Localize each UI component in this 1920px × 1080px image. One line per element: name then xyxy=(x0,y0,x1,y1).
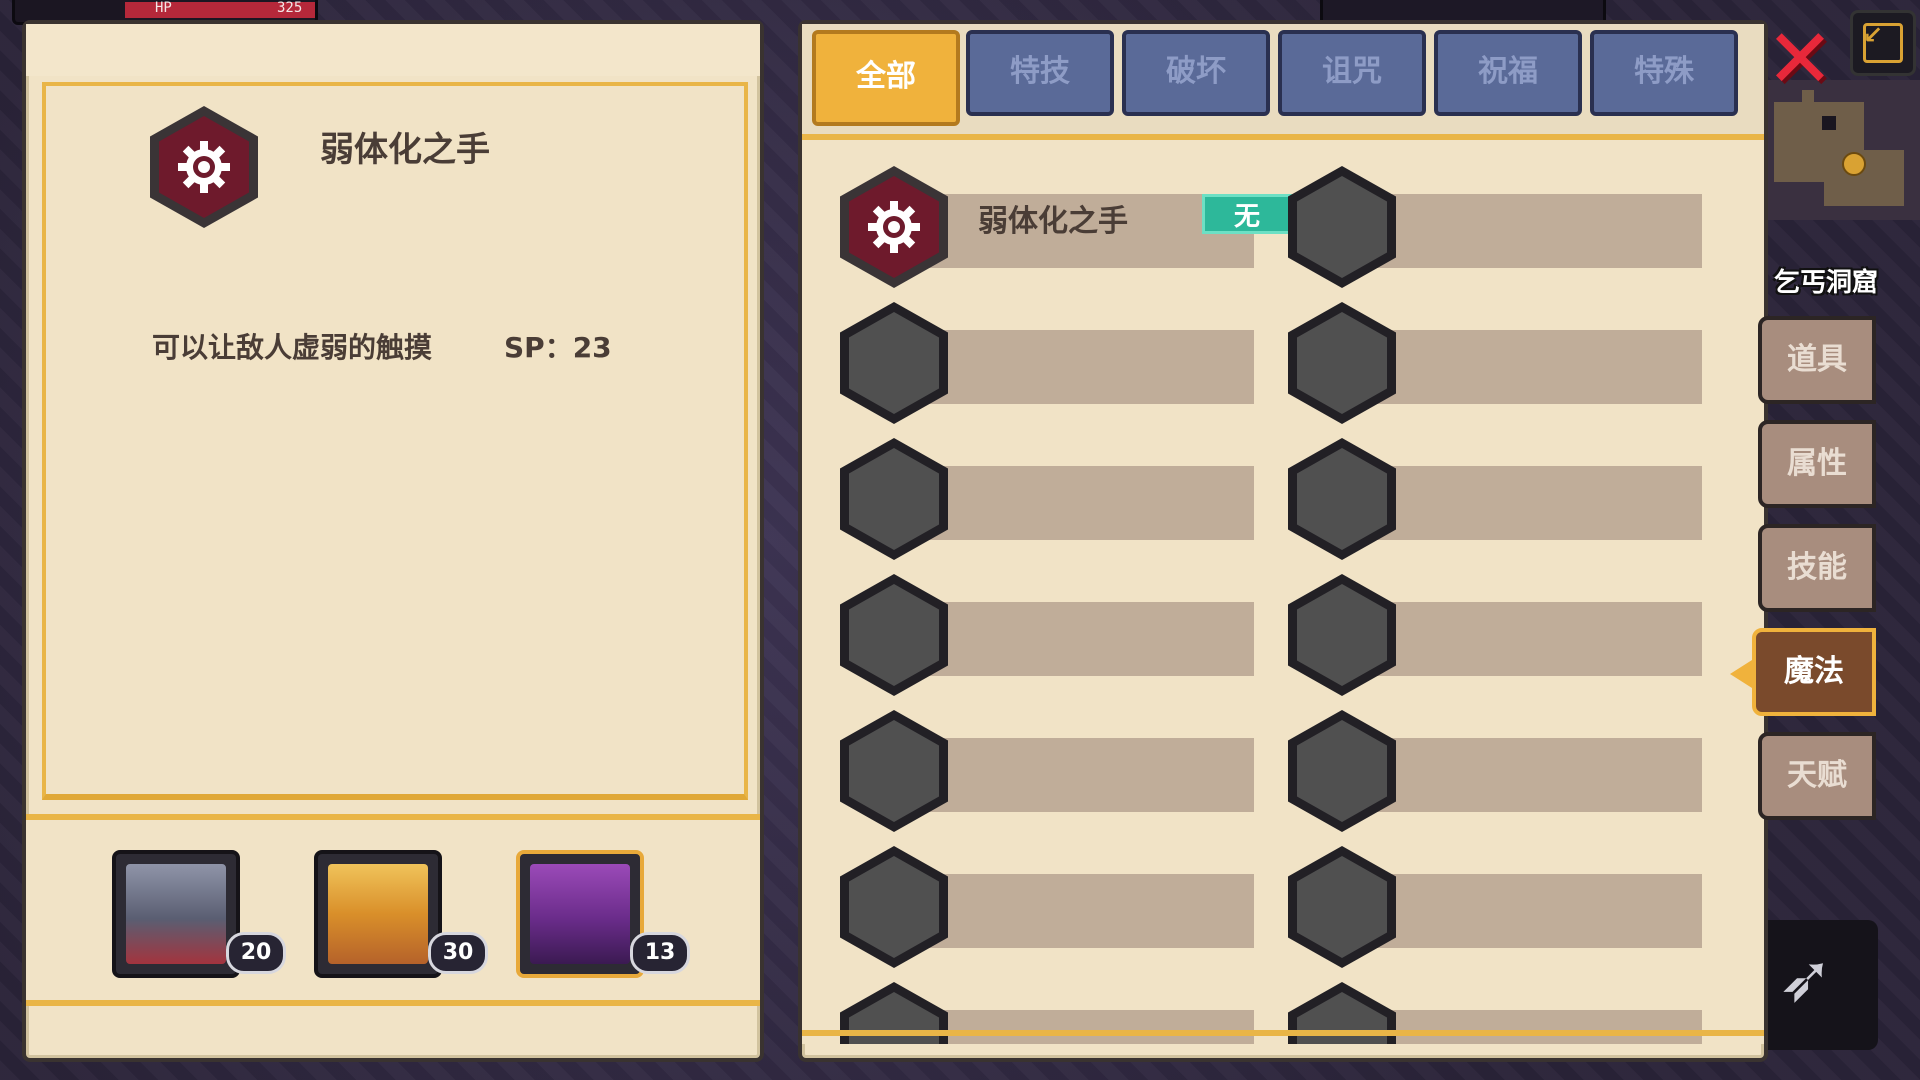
skill-slot-filled[interactable]: 弱体化之手 无 xyxy=(840,166,1292,290)
arrow-icon: ↙ xyxy=(1863,21,1884,49)
skill-slot-empty xyxy=(1288,574,1708,698)
filter-tabs: 全部 特技 破坏 诅咒 祝福 特殊 xyxy=(802,24,1764,134)
skill-title: 弱体化之手 xyxy=(320,130,490,170)
skill-description: 可以让敌人虚弱的触摸 xyxy=(152,331,433,364)
party-member-1-level: 20 xyxy=(226,932,286,974)
skill-slot-bar xyxy=(920,738,1254,812)
location-name: 乞丐洞窟 xyxy=(1774,268,1879,298)
hp-value: 325 xyxy=(277,0,303,16)
empty-hex-icon xyxy=(1288,166,1396,288)
close-button[interactable]: ✕ xyxy=(1764,19,1836,101)
party-members-bar: 20 30 13 xyxy=(26,814,760,1006)
skill-slot-bar xyxy=(1368,602,1702,676)
mage-portrait xyxy=(328,864,428,964)
bow-weapon-button[interactable]: ➶ xyxy=(1758,920,1878,1050)
tab-destroy[interactable]: 破坏 xyxy=(1122,30,1270,116)
skill-slot-bar xyxy=(920,874,1254,948)
skill-icon xyxy=(840,166,948,288)
tab-special-skill[interactable]: 特技 xyxy=(966,30,1114,116)
skill-sp-cost: SP：23 xyxy=(504,331,612,364)
skill-slot-bar xyxy=(1368,466,1702,540)
skill-slot-empty xyxy=(1288,166,1708,290)
tab-special[interactable]: 特殊 xyxy=(1590,30,1738,116)
close-icon: ✕ xyxy=(1765,12,1835,107)
party-member-3[interactable] xyxy=(516,850,644,978)
skill-name: 弱体化之手 xyxy=(978,204,1128,239)
player-position-marker xyxy=(1842,152,1866,176)
skill-slot-empty xyxy=(840,846,1260,970)
skills-list-panel: 全部 特技 破坏 诅咒 祝福 特殊 弱体化之手 无 xyxy=(798,20,1768,1062)
panel-bottom-border xyxy=(802,1030,1764,1036)
empty-hex-icon xyxy=(1288,710,1396,832)
skill-slot-bar xyxy=(1368,1010,1702,1044)
side-tab-attributes[interactable]: 属性 xyxy=(1758,420,1876,508)
empty-hex-icon xyxy=(840,710,948,832)
tab-curse[interactable]: 诅咒 xyxy=(1278,30,1426,116)
toggle-window-button[interactable]: ↙ xyxy=(1850,10,1916,76)
empty-hex-icon xyxy=(840,574,948,696)
tab-all[interactable]: 全部 xyxy=(812,30,960,126)
party-member-3-level: 13 xyxy=(630,932,690,974)
panel-header xyxy=(26,24,760,76)
demon-portrait xyxy=(530,864,630,964)
skill-element-badge: 无 xyxy=(1202,194,1292,234)
gear-icon xyxy=(178,141,230,193)
skill-slot-bar xyxy=(920,602,1254,676)
skill-slot-empty xyxy=(840,710,1260,834)
skill-slot-bar xyxy=(920,466,1254,540)
skill-slot-bar xyxy=(920,330,1254,404)
side-tab-items[interactable]: 道具 xyxy=(1758,316,1876,404)
side-tab-magic[interactable]: 魔法 xyxy=(1730,628,1876,716)
tab-blessing[interactable]: 祝福 xyxy=(1434,30,1582,116)
skill-slot-empty xyxy=(1288,710,1708,834)
skill-slot-bar xyxy=(1368,874,1702,948)
skill-detail-body xyxy=(42,82,748,800)
empty-hex-icon xyxy=(840,438,948,560)
skill-slot-empty xyxy=(840,438,1260,562)
skills-grid: 弱体化之手 无 xyxy=(802,134,1764,1044)
skill-slot-empty xyxy=(1288,302,1708,426)
skill-slot-bar xyxy=(1368,330,1702,404)
skill-slot-empty xyxy=(840,574,1260,698)
party-member-2[interactable] xyxy=(314,850,442,978)
empty-hex-icon xyxy=(1288,846,1396,968)
empty-hex-icon xyxy=(840,846,948,968)
knight-portrait xyxy=(126,864,226,964)
party-member-2-level: 30 xyxy=(428,932,488,974)
empty-hex-icon xyxy=(840,302,948,424)
empty-hex-icon xyxy=(1288,574,1396,696)
skill-slot-bar xyxy=(1368,738,1702,812)
empty-hex-icon xyxy=(1288,438,1396,560)
skill-slot-empty xyxy=(1288,438,1708,562)
side-tab-skills[interactable]: 技能 xyxy=(1758,524,1876,612)
party-member-1[interactable] xyxy=(112,850,240,978)
side-tab-talent[interactable]: 天赋 xyxy=(1758,732,1876,820)
gear-icon xyxy=(868,201,920,253)
minimap-marker xyxy=(1822,116,1836,130)
skill-slot-empty xyxy=(840,302,1260,426)
hp-label: HP xyxy=(155,0,172,16)
bow-icon: ➶ xyxy=(1778,940,1834,1017)
skill-slot-bar xyxy=(920,1010,1254,1044)
skill-slot-empty xyxy=(1288,846,1708,970)
skill-slot-bar xyxy=(1368,194,1702,268)
empty-hex-icon xyxy=(1288,302,1396,424)
skill-detail-panel: 弱体化之手 可以让敌人虚弱的触摸 SP：23 20 30 13 xyxy=(22,20,764,1062)
